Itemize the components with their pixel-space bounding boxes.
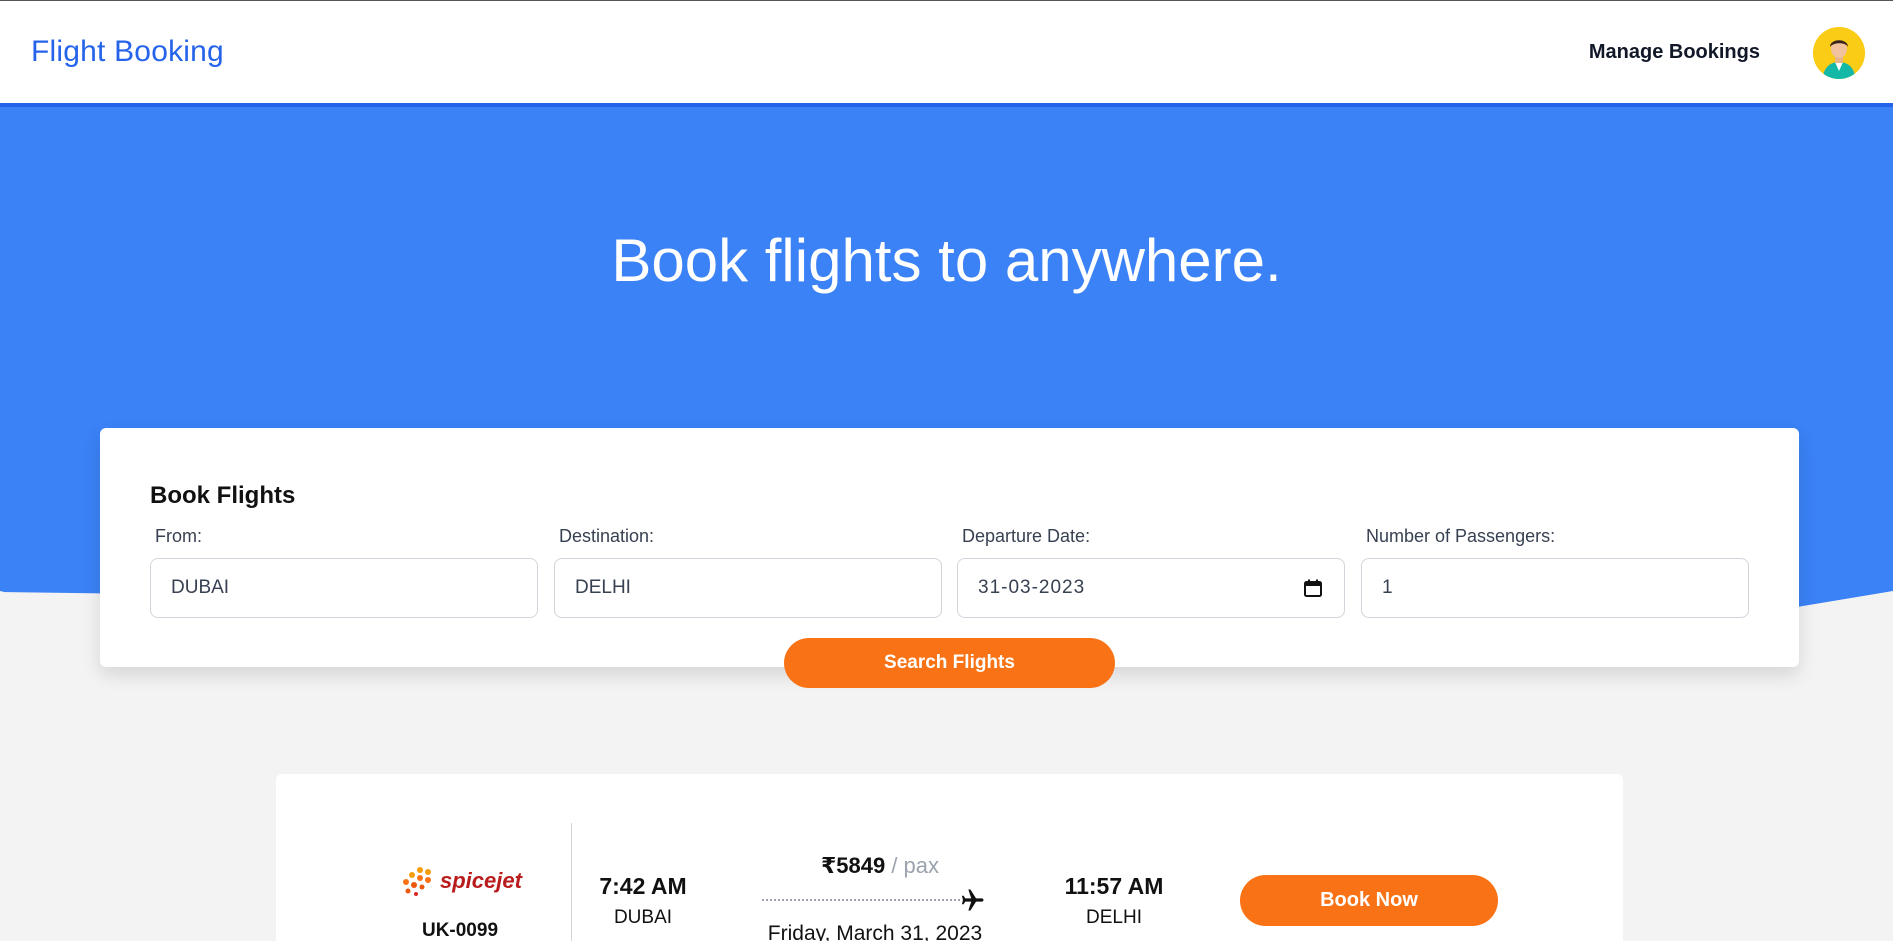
flight-date: Friday, March 31, 2023 [767, 922, 983, 941]
departure-date-label: Departure Date: [962, 526, 1091, 546]
spicejet-logo: spicejet [403, 867, 524, 896]
arrival-city: DELHI [1086, 907, 1142, 928]
manage-bookings-link[interactable]: Manage Bookings [1589, 41, 1760, 64]
departure-date-value: 31-03-2023 [978, 577, 1086, 598]
search-flights-button[interactable]: Search Flights [784, 638, 1115, 688]
price-value: ₹5849 [820, 853, 886, 878]
book-flights-card: Book Flights From: DUBAI Destination: DE… [100, 428, 1799, 667]
svg-text:spicejet: spicejet [440, 868, 524, 893]
flight-price: ₹5849 / pax [760, 853, 1000, 879]
hero-title: Book flights to anywhere. [611, 227, 1282, 294]
navbar: Flight Booking Manage Bookings [0, 1, 1893, 103]
result-divider [571, 823, 572, 941]
arrival-time: 11:57 AM [1064, 873, 1164, 899]
route-line [762, 899, 960, 901]
passengers-label: Number of Passengers: [1366, 526, 1556, 546]
user-avatar-icon[interactable] [1813, 27, 1865, 79]
flight-number: UK-0099 [421, 920, 499, 941]
calendar-icon[interactable] [1304, 579, 1322, 597]
card-title: Book Flights [150, 482, 296, 509]
departure-date-input[interactable]: 31-03-2023 [957, 558, 1345, 618]
passengers-input[interactable]: 1 [1361, 558, 1749, 618]
from-label: From: [155, 526, 202, 546]
destination-label: Destination: [559, 526, 655, 546]
book-now-button[interactable]: Book Now [1240, 875, 1498, 926]
departure-city: DUBAI [613, 907, 673, 928]
from-input[interactable]: DUBAI [150, 558, 538, 618]
destination-input[interactable]: DELHI [554, 558, 942, 618]
brand-title[interactable]: Flight Booking [31, 35, 224, 69]
airplane-icon [961, 889, 984, 911]
price-unit: / pax [885, 853, 940, 878]
departure-time: 7:42 AM [599, 873, 687, 899]
